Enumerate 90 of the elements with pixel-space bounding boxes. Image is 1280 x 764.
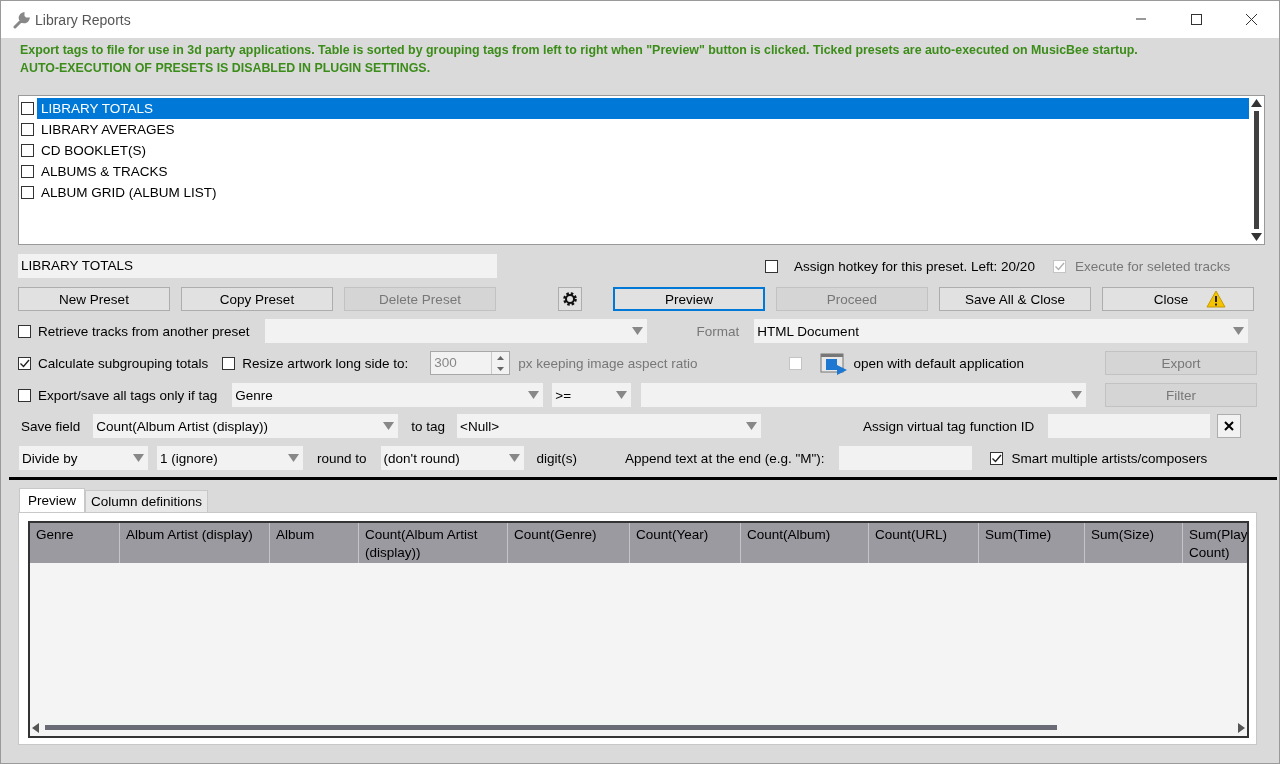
- preset-item[interactable]: ALBUMS & TRACKS: [37, 161, 1249, 182]
- dropdown[interactable]: Divide by: [19, 446, 148, 470]
- dropdown-arrow-icon[interactable]: [1233, 327, 1245, 335]
- column-header[interactable]: Album Artist (display): [120, 523, 270, 563]
- window-title: Library Reports: [35, 11, 131, 28]
- tab[interactable]: Preview: [19, 488, 85, 512]
- size-suffix: px keeping image aspect ratio: [518, 355, 698, 371]
- dropdown[interactable]: Count(Album Artist (display)): [93, 414, 399, 438]
- button[interactable]: Close: [1102, 287, 1254, 311]
- scrollbar-thumb[interactable]: [45, 725, 1057, 730]
- warning-text: AUTO-EXECUTION OF PRESETS IS DISABLED IN PLUGIN SETTINGS.: [20, 60, 432, 77]
- dropdown-arrow-icon[interactable]: [1071, 391, 1083, 399]
- dropdown-arrow-icon[interactable]: [616, 391, 628, 399]
- spin-down-icon[interactable]: [497, 366, 505, 371]
- info-text: Export tags to file for use in 3d party applications. Table is sorted by grouping tags from left to right when "Preview" button is clicked. Ticked presets are auto-executed on MusicBee startup.: [20, 42, 1139, 59]
- checkbox[interactable]: [765, 259, 778, 273]
- preset-item[interactable]: LIBRARY TOTALS: [37, 98, 1249, 119]
- retrieve-label: Retrieve tracks from another preset: [38, 323, 250, 339]
- round-to-label: round to: [317, 450, 367, 466]
- dropdown[interactable]: >=: [552, 383, 632, 407]
- settings-button[interactable]: [558, 287, 582, 311]
- to-tag-label: to tag: [411, 418, 446, 434]
- dropdown-arrow-icon[interactable]: [288, 454, 299, 462]
- scroll-down-icon[interactable]: [1251, 233, 1262, 241]
- dropdown-arrow-icon[interactable]: [508, 454, 520, 462]
- checkbox[interactable]: [21, 144, 34, 157]
- preset-name-field[interactable]: LIBRARY TOTALS: [18, 254, 497, 278]
- button[interactable]: New Preset: [18, 287, 170, 311]
- column-header[interactable]: Sum(Time): [979, 523, 1085, 563]
- format-label: Format: [696, 323, 740, 339]
- checkbox[interactable]: [18, 324, 31, 338]
- column-header[interactable]: Count(URL): [869, 523, 979, 563]
- dropdown-arrow-icon[interactable]: [383, 422, 395, 430]
- column-header[interactable]: Count(Album): [741, 523, 869, 563]
- hotkey-label: Assign hotkey for this preset. Left: 20/20: [794, 258, 1035, 274]
- virtual-tag-label: Assign virtual tag function ID: [863, 418, 1035, 434]
- checkbox[interactable]: [21, 123, 34, 136]
- digits-label: digit(s): [536, 450, 578, 466]
- wrench-icon: [13, 10, 31, 29]
- open-default-label: open with default application: [853, 355, 1024, 371]
- column-header[interactable]: Count(Year): [630, 523, 741, 563]
- append-text-label: Append text at the end (e.g. "M"):: [625, 450, 825, 466]
- close-icon: [1224, 421, 1235, 431]
- button[interactable]: Preview: [613, 287, 765, 311]
- smart-artists-label: Smart multiple artists/composers: [1011, 450, 1208, 466]
- dropdown-arrow-icon[interactable]: [133, 454, 144, 462]
- close-icon: [1245, 13, 1258, 26]
- clear-button[interactable]: [1217, 414, 1242, 438]
- scroll-right-icon[interactable]: [1238, 722, 1245, 733]
- append-text-field[interactable]: [838, 446, 972, 470]
- column-header[interactable]: Count(Genre): [508, 523, 630, 563]
- subgrouping-label: Calculate subgrouping totals: [38, 355, 209, 371]
- dropdown[interactable]: 1 (ignore): [157, 446, 303, 470]
- preset-item[interactable]: ALBUM GRID (ALBUM LIST): [37, 182, 1249, 203]
- column-header[interactable]: Sum(Play Count): [1183, 523, 1247, 563]
- dropdown[interactable]: <Null>: [457, 414, 762, 438]
- button[interactable]: Save All & Close: [939, 287, 1091, 311]
- checkbox[interactable]: [21, 186, 34, 199]
- scroll-left-icon[interactable]: [32, 722, 39, 733]
- tab[interactable]: Column definitions: [85, 490, 209, 512]
- column-header[interactable]: Album: [270, 523, 359, 563]
- checkbox[interactable]: [21, 165, 34, 178]
- column-header[interactable]: Sum(Size): [1085, 523, 1183, 563]
- preset-item[interactable]: LIBRARY AVERAGES: [37, 119, 1249, 140]
- dropdown-arrow-icon[interactable]: [528, 391, 540, 399]
- checkbox[interactable]: [989, 451, 1003, 465]
- scroll-up-icon[interactable]: [1251, 99, 1262, 107]
- dropdown-arrow-icon[interactable]: [631, 327, 643, 335]
- preset-item[interactable]: CD BOOKLET(S): [37, 140, 1249, 161]
- dropdown[interactable]: HTML Document: [754, 319, 1249, 343]
- dropdown[interactable]: (don't round): [380, 446, 524, 470]
- column-header[interactable]: Genre: [30, 523, 120, 563]
- checkbox[interactable]: [18, 388, 31, 402]
- checkbox[interactable]: [18, 356, 31, 370]
- window-arrow-icon: [819, 351, 848, 375]
- checkbox[interactable]: [21, 102, 34, 115]
- scrollbar-thumb[interactable]: [1254, 111, 1259, 229]
- spin-up-icon[interactable]: [497, 355, 505, 360]
- virtual-tag-field[interactable]: [1048, 414, 1211, 438]
- maximize-icon: [1190, 13, 1203, 26]
- dropdown-arrow-icon[interactable]: [746, 422, 758, 430]
- filter-label: Export/save all tags only if tag: [38, 387, 218, 403]
- column-header[interactable]: Count(Album Artist (display)): [359, 523, 508, 563]
- button[interactable]: Copy Preset: [181, 287, 333, 311]
- gear-icon: [562, 291, 578, 307]
- resize-label: Resize artwork long side to:: [242, 355, 409, 371]
- save-field-label: Save field: [21, 418, 81, 434]
- execute-label: Execute for seleted tracks: [1074, 258, 1231, 274]
- dropdown[interactable]: Genre: [232, 383, 544, 407]
- warning-icon: [1206, 290, 1227, 308]
